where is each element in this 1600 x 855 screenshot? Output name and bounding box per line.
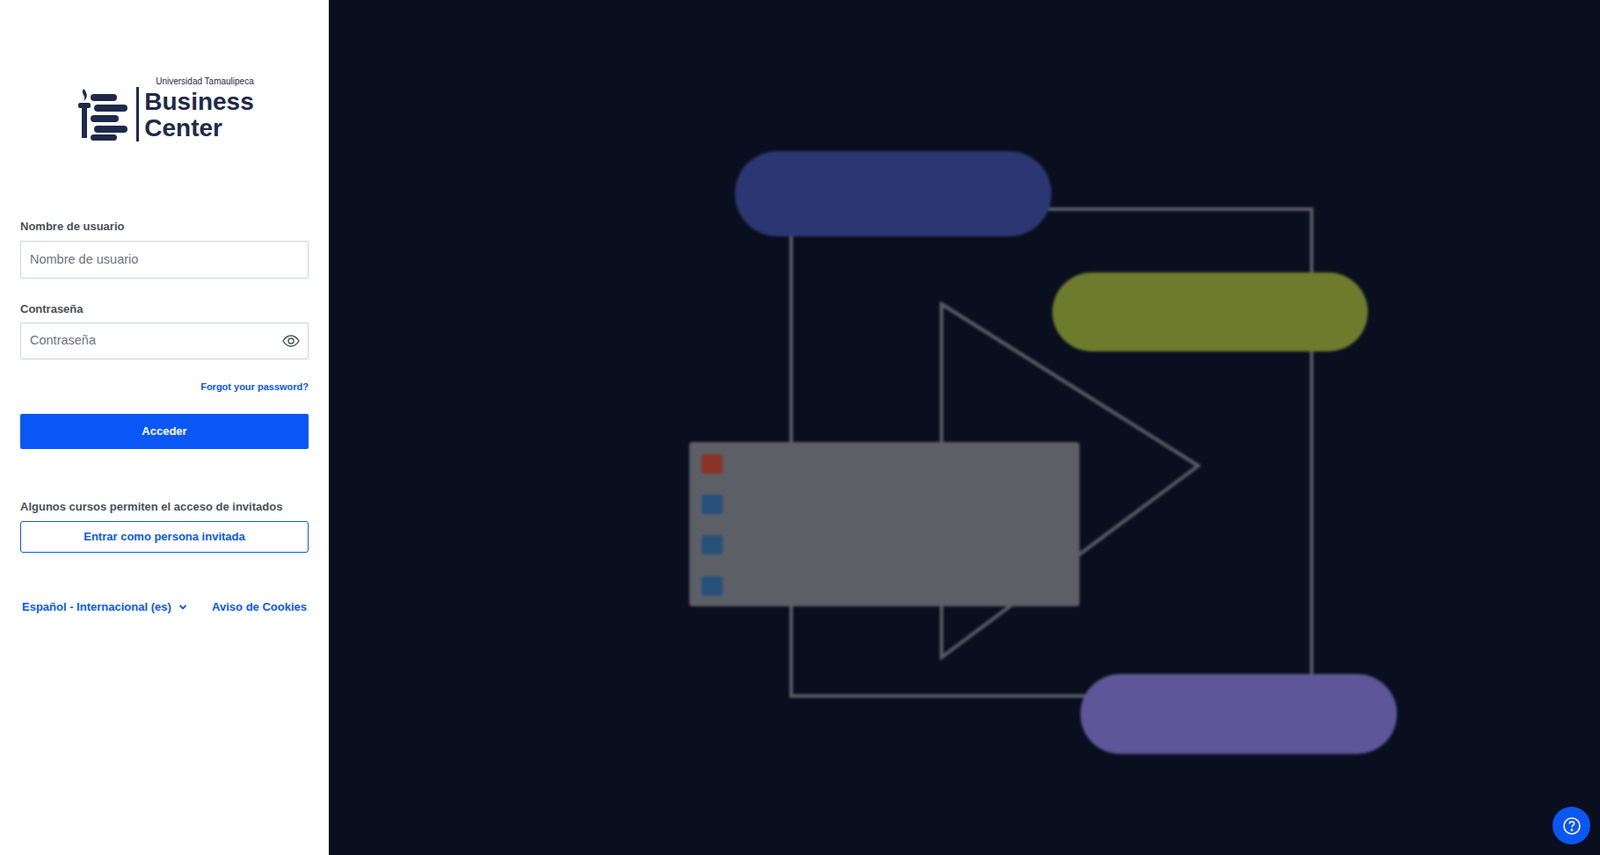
guest-note: Algunos cursos permiten el acceso de inv… [20,499,309,516]
password-input[interactable] [20,322,309,360]
help-button[interactable] [1552,807,1591,845]
password-field [20,322,309,360]
username-label: Nombre de usuario [20,218,309,235]
logo-line2: Center [144,115,255,142]
eye-icon[interactable] [282,334,300,349]
logo-divider [136,87,139,142]
language-menu[interactable]: Español - Internacional (es) [21,599,188,616]
username-input[interactable] [20,240,309,279]
language-label[interactable]: Español - Internacional (es) [21,599,172,616]
cookies-link[interactable]: Aviso de Cookies [211,599,307,616]
login-page: Universidad Tamaulipeca Business Center … [0,0,1600,855]
forgot-password-link[interactable]: Forgot your password? [200,379,309,394]
login-button[interactable]: Acceder [20,414,309,450]
background-picture [328,0,1600,855]
logo-institution: Universidad Tamaulipeca [144,77,255,87]
diagram-picture-icon [328,0,1600,855]
chevron-down-icon[interactable] [178,603,188,611]
login-form: Nombre de usuario Contraseña Forgot your… [0,218,329,616]
logo: Universidad Tamaulipeca Business Center [0,0,329,142]
footer: Español - Internacional (es) Aviso de Co… [20,599,309,616]
torch-logo-icon [74,87,131,142]
guest-button[interactable]: Entrar como persona invitada [20,521,309,553]
login-panel: Universidad Tamaulipeca Business Center … [0,0,329,855]
logo-line1: Business [144,88,255,116]
question-icon [1562,816,1582,837]
password-label: Contraseña [20,301,309,318]
